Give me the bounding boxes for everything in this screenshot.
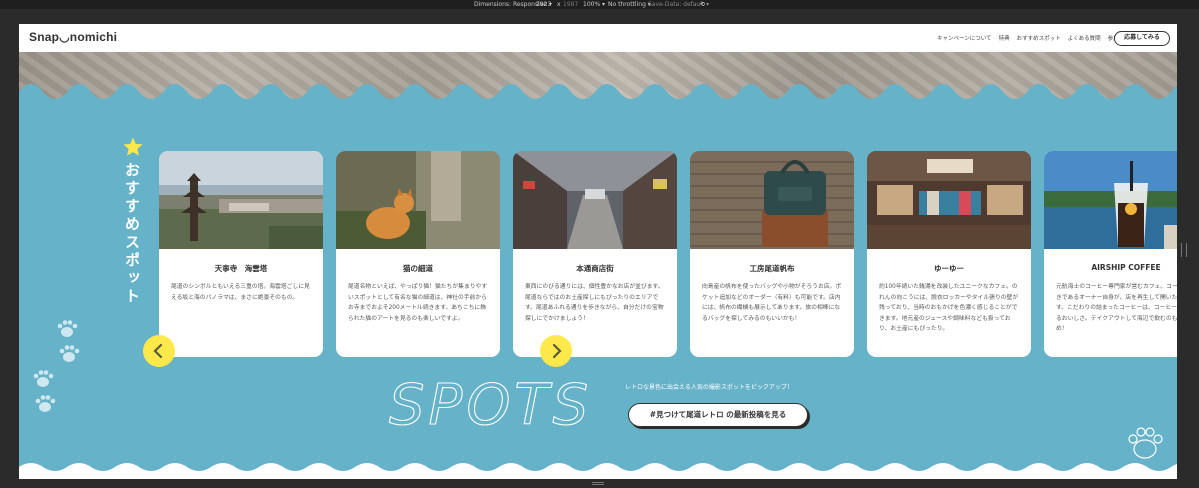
top-wave — [19, 84, 1177, 106]
spot-name: ゆーゆー — [934, 264, 964, 273]
spot-card[interactable]: 工房尾道帆布 向島産の帆布を使ったバッグや小物がそろうお店。ポケット追加などのオ… — [690, 151, 854, 357]
devtools-bottom — [0, 479, 1199, 488]
site-header: Snap◡nomichi キャンペーンについて 特典 おすすめスポット よくある… — [19, 24, 1177, 52]
spot-description: 尾道のシンボルともいえる三重の塔。海雲塔ごしに見える坂と海のパノラマは、まさに絶… — [171, 284, 310, 301]
star-icon — [123, 137, 143, 156]
spot-description: 東西にのびる通りには、個性豊かなお店が並びます。尾道ならではのお土産探しにもぴっ… — [525, 284, 664, 322]
spot-card[interactable]: AIRSHIP COFFEE 元航海士のコーヒー専門家が営むカフェ。コーヒー好き… — [1044, 151, 1177, 357]
spot-card[interactable]: 本通商店街 東西にのびる通りには、個性豊かなお店が並びます。尾道ならではのお土産… — [513, 151, 677, 357]
paw-icon — [33, 370, 54, 387]
paw-icon — [59, 345, 80, 362]
spot-card[interactable]: ゆーゆー 約100年続いた銭湯を改装したユニークなカフェ。のれんの向こうには、脱… — [867, 151, 1031, 357]
spot-card[interactable]: 猫の細道 尾道名物といえば、やっぱり猫！猫たちが集まりやすいスポットとして有名な… — [336, 151, 500, 357]
width-input[interactable]: 2823 — [536, 0, 551, 9]
spot-name: 猫の細道 — [403, 264, 433, 273]
site-logo[interactable]: Snap◡nomichi — [29, 30, 117, 44]
nav-item-benefits[interactable]: 特典 — [999, 34, 1010, 42]
spot-name: 工房尾道帆布 — [749, 264, 795, 273]
spot-description: 尾道名物といえば、やっぱり猫！猫たちが集まりやすいスポットとして有名な猫の細道は… — [348, 284, 488, 322]
section-title: おすすめスポット — [123, 162, 141, 306]
nav-item-spots[interactable]: おすすめスポット — [1017, 34, 1061, 42]
devtools-ruler — [0, 9, 1199, 23]
spot-photo-shopping-street — [513, 151, 677, 249]
section-lead: レトロな景色に出会える人気の撮影スポットをピックアップ！ — [625, 384, 793, 391]
spot-name: 天寧寺 海雲塔 — [214, 264, 268, 273]
throttling-select[interactable]: No throttling ▾ — [608, 0, 651, 9]
global-nav: キャンペーンについて 特典 おすすめスポット よくある質問 参加要項 — [937, 34, 1130, 42]
paw-icon — [35, 395, 56, 412]
nav-item-campaign[interactable]: キャンペーンについて — [937, 34, 992, 42]
bottom-wave — [19, 463, 1177, 479]
spot-name: 本通商店街 — [576, 264, 614, 273]
rotate-icon[interactable]: ⟲ — [700, 0, 705, 9]
spot-photo-canvas-shop — [690, 151, 854, 249]
height-input[interactable]: 1987 — [563, 0, 578, 9]
paw-icon — [57, 320, 78, 337]
apply-button[interactable]: 応募してみる — [1114, 31, 1170, 46]
chevron-left-icon — [153, 343, 163, 359]
chevron-right-icon — [552, 343, 562, 359]
spots-heading: SPOTS — [388, 372, 592, 432]
spot-description: 約100年続いた銭湯を改装したユニークなカフェ。のれんの向こうには、脱衣ロッカー… — [879, 284, 1019, 332]
spot-photo-tenneiji — [159, 151, 323, 249]
spot-photo-cat-alley — [336, 151, 500, 249]
zoom-select[interactable]: 100% ▾ — [583, 0, 605, 9]
carousel-next-button[interactable] — [540, 335, 572, 367]
spot-photo-airship-coffee — [1044, 151, 1177, 249]
viewport-resize-handle-bottom[interactable] — [592, 482, 604, 485]
spot-name: AIRSHIP COFFEE — [1091, 263, 1161, 272]
page-viewport: Snap◡nomichi キャンペーンについて 特典 おすすめスポット よくある… — [19, 24, 1177, 479]
spot-card[interactable]: 天寧寺 海雲塔 尾道のシンボルともいえる三重の塔。海雲塔ごしに見える坂と海のパノ… — [159, 151, 323, 357]
nav-item-faq[interactable]: よくある質問 — [1068, 34, 1101, 42]
spot-description: 元航海士のコーヒー専門家が営むカフェ。コーヒー好きであるオーナー自身が、店を再生… — [1056, 284, 1177, 332]
dimension-separator: x — [557, 1, 561, 8]
spot-photo-yuyu — [867, 151, 1031, 249]
see-latest-posts-button[interactable]: #見つけて尾道レトロ の最新投稿を見る — [628, 403, 808, 427]
svg-text:SPOTS: SPOTS — [389, 373, 592, 432]
paw-stamp-icon — [1128, 427, 1163, 459]
devtools-toolbar: Dimensions: Responsive ▾ 2823 x 1987 100… — [0, 0, 1199, 9]
carousel-prev-button[interactable] — [143, 335, 175, 367]
viewport-resize-handle-right[interactable] — [1181, 243, 1187, 257]
spot-description: 向島産の帆布を使ったバッグや小物がそろうお店。ポケット追加などのオーダー（有料）… — [702, 284, 842, 322]
